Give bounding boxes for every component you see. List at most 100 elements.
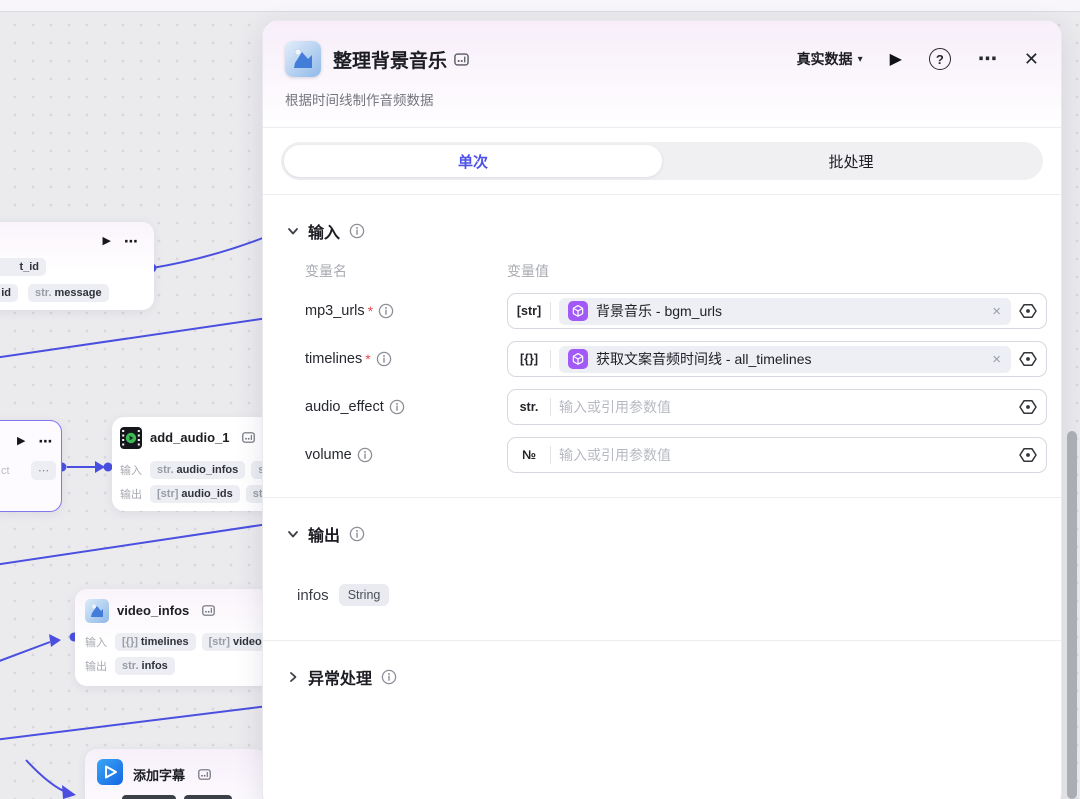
type-badge: [{}]: [519, 352, 539, 366]
node-partial-top-left[interactable]: ▶ ⋯ t_id id str. message: [0, 222, 154, 310]
value-field[interactable]: №: [507, 437, 1047, 473]
reference-selector-icon[interactable]: [1019, 351, 1037, 367]
info-icon[interactable]: [378, 303, 394, 319]
param-name: audio_effect: [305, 399, 384, 415]
help-button[interactable]: ?: [928, 48, 951, 70]
input-section-title: 输入: [308, 225, 341, 242]
param-name: timelines: [305, 351, 363, 367]
reference-selector-icon[interactable]: [1019, 303, 1037, 319]
value-input[interactable]: [559, 447, 1011, 463]
node-output-pill: str. message: [28, 284, 109, 302]
reference-tag[interactable]: 获取文案音频时间线 - all_timelines ×: [559, 345, 1011, 373]
info-icon[interactable]: [376, 351, 392, 367]
data-mode-dropdown[interactable]: 真实数据 ▾: [797, 49, 863, 69]
node-add-subtitle[interactable]: 添加字幕: [85, 749, 267, 799]
node-run-icon[interactable]: ▶: [17, 434, 25, 447]
chevron-down-icon: [287, 225, 299, 237]
info-icon[interactable]: [389, 399, 405, 415]
film-icon: [120, 427, 142, 449]
panel-subtitle: 根据时间线制作音频数据: [285, 93, 434, 108]
value-field[interactable]: [str] 背景音乐 - bgm_urls ×: [507, 293, 1047, 329]
io-input-label: 输入: [120, 465, 142, 477]
io-pill: [{}] timelines: [115, 633, 196, 651]
scrollbar-thumb[interactable]: [1067, 431, 1077, 799]
value-input[interactable]: [559, 399, 1011, 415]
required-mark: *: [367, 303, 374, 319]
param-row-mp3-urls: mp3_urls * [str] 背景音乐 - bgm_urls ×: [305, 293, 1047, 329]
panel-title: 整理背景音乐: [333, 50, 448, 72]
video-infos-icon: [85, 599, 109, 623]
node-title: 添加字幕: [133, 768, 186, 783]
io-output-label: 输出: [120, 489, 142, 501]
run-mode-tabs: 单次 批处理: [263, 128, 1061, 195]
divider: [550, 446, 551, 464]
output-variable-row: infos String: [297, 584, 1037, 606]
value-field[interactable]: [{}] 获取文案音频时间线 - all_timelines ×: [507, 341, 1047, 377]
node-more-icon[interactable]: ⋯: [124, 234, 138, 248]
reference-value: 获取文案音频时间线 - all_timelines: [596, 351, 812, 367]
output-section-header[interactable]: 输出: [263, 498, 1061, 562]
io-pill: str. audio_infos: [150, 461, 246, 479]
subtitle-node-icon: [97, 759, 123, 785]
more-button[interactable]: ⋯: [978, 48, 997, 71]
reference-tag[interactable]: 背景音乐 - bgm_urls ×: [559, 297, 1011, 325]
remove-reference-icon[interactable]: ×: [991, 351, 1002, 368]
io-output-label: 输出: [85, 661, 107, 673]
node-title: video_infos: [117, 603, 190, 618]
info-icon[interactable]: [349, 526, 365, 542]
param-name: mp3_urls: [305, 303, 365, 319]
type-badge: str.: [519, 400, 539, 414]
type-badge: [str]: [516, 304, 542, 318]
rack-icon: [202, 605, 216, 616]
tab-batch[interactable]: 批处理: [662, 145, 1040, 177]
info-icon[interactable]: [381, 669, 397, 685]
reference-selector-icon[interactable]: [1019, 447, 1037, 463]
run-button[interactable]: ▶: [890, 49, 902, 69]
tab-single[interactable]: 单次: [284, 145, 662, 177]
info-icon[interactable]: [349, 223, 365, 239]
column-variable-value: 变量值: [507, 263, 549, 279]
output-section-title: 输出: [308, 528, 341, 545]
rack-icon: [198, 769, 211, 780]
node-mini-more[interactable]: ⋯: [31, 461, 56, 480]
node-partial-selected[interactable]: ▶ ⋯ ct ⋯: [0, 420, 62, 512]
node-config-panel: 整理背景音乐 真实数据 ▾ ▶ ? ⋯ ✕ 根据时间线制作音频数据 单次 批处理: [262, 20, 1062, 799]
data-mode-label: 真实数据: [796, 51, 853, 67]
chevron-down-icon: [287, 528, 299, 540]
plugin-cube-icon: [568, 301, 588, 321]
node-partial-text: ct: [1, 465, 10, 477]
divider: [550, 302, 551, 320]
chevron-down-icon: ▾: [857, 53, 863, 65]
reference-selector-icon[interactable]: [1019, 399, 1037, 415]
type-badge: №: [522, 448, 536, 462]
plugin-cube-icon: [568, 349, 588, 369]
canvas-top-strip: [0, 0, 1080, 12]
value-field[interactable]: str.: [507, 389, 1047, 425]
column-variable-name: 变量名: [305, 263, 347, 279]
info-icon[interactable]: [357, 447, 373, 463]
close-button[interactable]: ✕: [1024, 49, 1039, 70]
output-name: infos: [297, 586, 329, 604]
param-row-volume: volume №: [305, 437, 1047, 473]
node-more-icon[interactable]: ⋯: [38, 434, 52, 448]
required-mark: *: [365, 351, 371, 367]
node-video-infos[interactable]: video_infos 输入 [{}] timelines [str] video_…: [75, 589, 295, 686]
rack-icon: [242, 432, 256, 443]
io-input-label: 输入: [85, 637, 107, 649]
node-pill-stub: [122, 795, 176, 799]
exception-section-title: 异常处理: [308, 671, 373, 688]
io-pill: [str] audio_ids: [150, 485, 240, 503]
divider: [550, 398, 551, 416]
node-run-icon[interactable]: ▶: [103, 234, 111, 247]
node-add-audio[interactable]: add_audio_1 输入 str.audio_infos str.dra 输…: [112, 417, 310, 511]
output-type-badge: String: [338, 584, 390, 606]
exception-section-header[interactable]: 异常处理: [263, 641, 1061, 705]
node-output-pill: id: [0, 284, 18, 302]
node-app-icon: [285, 41, 321, 77]
remove-reference-icon[interactable]: ×: [991, 303, 1002, 320]
param-name: volume: [305, 447, 352, 463]
divider: [550, 350, 551, 368]
node-title: add_audio_1: [150, 430, 230, 445]
node-output-pill: t_id: [0, 258, 46, 276]
input-section-header[interactable]: 输入: [263, 195, 1061, 259]
